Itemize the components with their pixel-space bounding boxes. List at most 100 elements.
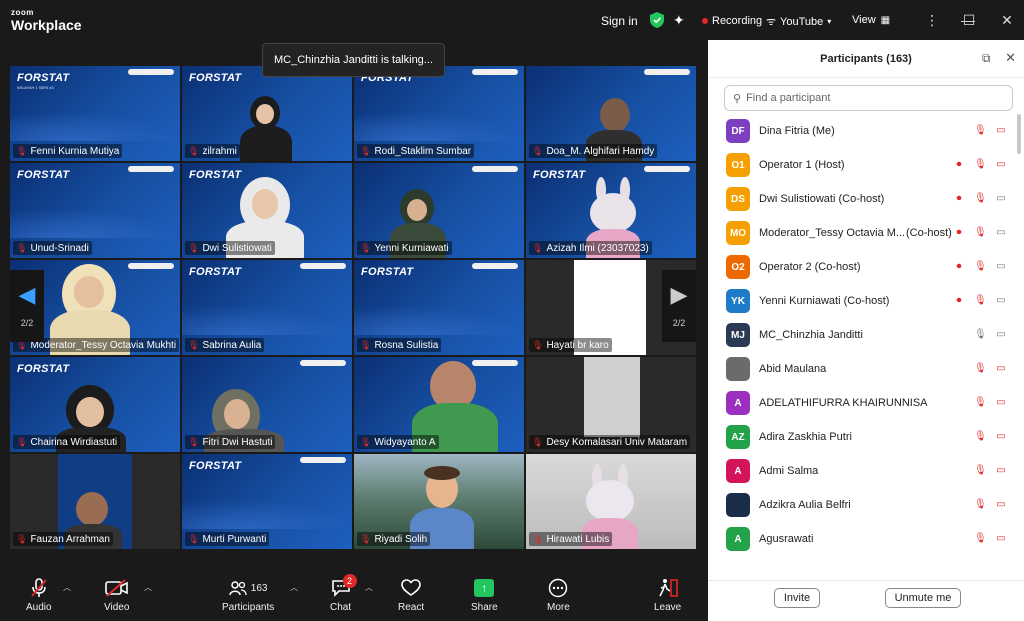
video-tile[interactable]: 🎙︎ Hirawati Lubis (526, 454, 696, 549)
slide-subtitle: WILAYAH 1 SERI #3 (17, 85, 54, 90)
participant-row[interactable]: A ADELATHIFURRA KHAIRUNNISA 🎙︎ ▭ (708, 386, 1016, 420)
chat-label: Chat (330, 602, 352, 613)
view-button[interactable]: View ▦ (852, 14, 890, 26)
youtube-livestream-button[interactable]: ᯤ YouTube ▾ (766, 14, 831, 29)
participant-search-input[interactable]: ⚲ Find a participant (724, 85, 1013, 111)
participant-row[interactable]: Adzikra Aulia Belfri 🎙︎ ▭ (708, 488, 1016, 522)
microphone-muted-icon[interactable]: 🎙︎ (974, 261, 987, 273)
video-tile[interactable]: 🎙︎ Yenni Kurniawati (354, 163, 524, 258)
slide-title: FORSTAT (189, 72, 242, 84)
participant-status-icons: 🎙︎ ▭ (974, 329, 1007, 341)
page-indicator: 2/2 (20, 318, 34, 328)
leave-door-icon (657, 577, 679, 599)
audio-options-caret-icon[interactable]: ︿ (63, 582, 71, 593)
participant-row[interactable]: YK Yenni Kurniawati (Co-host) ⏺ 🎙︎ ▭ (708, 284, 1016, 318)
previous-page-button[interactable]: ◀ 2/2 (10, 270, 44, 342)
title-bar: zoom Workplace Sign in ✦ Recording ᯤ You… (0, 0, 1024, 40)
video-tile[interactable]: FORSTAT 🎙︎ Chairina Wirdiastuti (10, 357, 180, 452)
security-shield-icon[interactable] (650, 12, 664, 28)
camera-off-icon: ▭ (996, 499, 1006, 510)
mic-off-icon: 🎙︎ (16, 145, 28, 156)
video-tile[interactable]: FORSTAT 🎙︎ Dwi Sulistiowati (182, 163, 352, 258)
sponsor-logos (472, 166, 518, 172)
video-tile[interactable]: FORSTAT 🎙︎ Rosna Sulistia (354, 260, 524, 355)
microphone-muted-icon[interactable]: 🎙︎ (974, 533, 987, 545)
participant-status-icons: 🎙︎ ▭ (974, 465, 1007, 477)
more-button[interactable]: More (547, 577, 570, 613)
slide-title: FORSTAT (17, 363, 70, 375)
microphone-muted-icon[interactable]: 🎙︎ (974, 499, 987, 511)
next-page-button[interactable]: ▶ 2/2 (662, 270, 696, 342)
microphone-muted-icon[interactable]: 🎙︎ (974, 295, 987, 307)
participant-row[interactable]: DS Dwi Sulistiowati (Co-host) ⏺ 🎙︎ ▭ (708, 182, 1016, 216)
unmute-me-button[interactable]: Unmute me (885, 588, 961, 608)
recording-icon: ⏺ (956, 159, 962, 170)
video-tile[interactable]: FORSTAT 🎙︎ Unud-Srinadi (10, 163, 180, 258)
microphone-icon[interactable]: 🎙︎ (974, 329, 987, 341)
sponsor-logos (128, 263, 174, 269)
microphone-muted-icon[interactable]: 🎙︎ (974, 397, 987, 409)
camera-off-icon: ▭ (996, 159, 1006, 170)
video-tile[interactable]: FORSTAT 🎙︎ zilrahmi (182, 66, 352, 161)
microphone-muted-icon[interactable]: 🎙︎ (974, 159, 987, 171)
microphone-muted-icon[interactable]: 🎙︎ (974, 363, 987, 375)
recording-indicator[interactable]: Recording (702, 15, 762, 27)
participant-status-icons: 🎙︎ ▭ (974, 533, 1007, 545)
participant-row[interactable]: MJ MC_Chinzhia Janditti 🎙︎ ▭ (708, 318, 1016, 352)
participant-list[interactable]: DF Dina Fitria (Me) 🎙︎ ▭ O1 Operator 1 (Host)… (708, 114, 1016, 572)
participant-row[interactable]: O2 Operator 2 (Co-host) ⏺ 🎙︎ ▭ (708, 250, 1016, 284)
mic-off-icon: 🎙︎ (360, 145, 372, 156)
mic-off-icon: 🎙︎ (188, 533, 200, 544)
meeting-toolbar: Audio ︿ Video ︿ 163 Participants ︿ 2 Cha… (0, 571, 708, 621)
microphone-muted-icon[interactable]: 🎙︎ (974, 431, 987, 443)
video-tile[interactable]: FORSTAT 🎙︎ Rodi_Staklim Sumbar (354, 66, 524, 161)
audio-button[interactable]: Audio (26, 577, 52, 613)
video-tile[interactable]: FORSTAT 🎙︎ Murti Purwanti (182, 454, 352, 549)
invite-button[interactable]: Invite (774, 588, 820, 608)
microphone-muted-icon[interactable]: 🎙︎ (974, 227, 987, 239)
participant-list-scrollbar[interactable] (1017, 114, 1021, 154)
video-tile[interactable]: 🎙︎ Doa_M. Alghifari Hamdy (526, 66, 696, 161)
participant-row[interactable]: AZ Adira Zaskhia Putri 🎙︎ ▭ (708, 420, 1016, 454)
video-tile[interactable]: 🎙︎ Desy Komalasari Univ Mataram (526, 357, 696, 452)
sponsor-logos (128, 69, 174, 75)
microphone-muted-icon[interactable]: 🎙︎ (974, 193, 987, 205)
react-button[interactable]: React (398, 577, 424, 613)
close-panel-icon[interactable]: ✕ (1005, 50, 1016, 66)
page-indicator: 2/2 (672, 318, 686, 328)
pop-out-icon[interactable]: ⧉ (982, 51, 996, 65)
chat-options-caret-icon[interactable]: ︿ (365, 582, 373, 593)
participants-count: 163 (250, 582, 268, 594)
close-window-icon[interactable]: ✕ (997, 10, 1017, 30)
participant-row[interactable]: A Admi Salma 🎙︎ ▭ (708, 454, 1016, 488)
participant-row[interactable]: O1 Operator 1 (Host) ⏺ 🎙︎ ▭ (708, 148, 1016, 182)
microphone-muted-icon[interactable]: 🎙︎ (974, 465, 987, 477)
microphone-muted-icon[interactable]: 🎙︎ (974, 125, 987, 137)
share-button[interactable]: ↑ Share (471, 577, 498, 613)
video-tile[interactable]: FORSTAT WILAYAH 1 SERI #3 🎙︎ Fenni Kurnia… (10, 66, 180, 161)
maximize-window-icon[interactable]: ☐ (959, 10, 979, 30)
participant-row[interactable]: Abid Maulana 🎙︎ ▭ (708, 352, 1016, 386)
video-tile[interactable]: 🎙︎ Widyayanto A (354, 357, 524, 452)
mic-off-icon: 🎙︎ (532, 242, 544, 253)
video-button[interactable]: Video (104, 577, 129, 613)
chat-button[interactable]: 2 Chat (330, 574, 357, 613)
participants-button[interactable]: 163 Participants (222, 577, 274, 613)
participant-row[interactable]: A Agusrawati 🎙︎ ▭ (708, 522, 1016, 556)
participant-row[interactable]: DF Dina Fitria (Me) 🎙︎ ▭ (708, 114, 1016, 148)
participant-name-label: 🎙︎ Sabrina Aulia (185, 338, 265, 352)
video-tile[interactable]: FORSTAT 🎙︎ Sabrina Aulia (182, 260, 352, 355)
sign-in-link[interactable]: Sign in (601, 14, 638, 28)
video-tile[interactable]: 🎙︎ Fitri Dwi Hastuti (182, 357, 352, 452)
ai-companion-sparkle-icon[interactable]: ✦ (673, 12, 685, 29)
video-tile[interactable]: 🎙︎ Fauzan Arrahman (10, 454, 180, 549)
more-options-icon[interactable]: ⋮ (922, 10, 942, 30)
leave-button[interactable]: Leave (654, 577, 681, 613)
video-tile[interactable]: 🎙︎ Riyadi Solih (354, 454, 524, 549)
video-options-caret-icon[interactable]: ︿ (144, 582, 152, 593)
mic-off-icon: 🎙︎ (188, 436, 200, 447)
participant-row[interactable]: MO Moderator_Tessy Octavia M... (Co-host) ⏺… (708, 216, 1016, 250)
more-label: More (547, 602, 570, 613)
video-tile[interactable]: FORSTAT 🎙︎ Azizah Ilmi (23037023) (526, 163, 696, 258)
participants-options-caret-icon[interactable]: ︿ (290, 582, 298, 593)
